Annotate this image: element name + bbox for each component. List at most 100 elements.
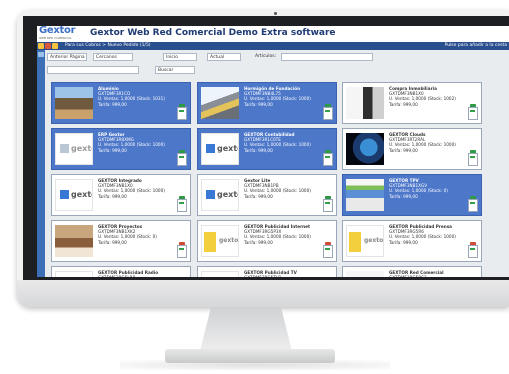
add-to-cart-icon[interactable] [468,107,478,120]
search-toolbar: Buscar [47,66,507,75]
product-card[interactable]: gextor GEXTOR Publicidad Prensa GXTDMF3RG5… [342,220,482,262]
app-titlebar: Gextor WEB RED COMERCIAL Gextor Web Red … [37,26,509,42]
close-icon[interactable] [45,43,51,49]
home-button[interactable]: Inicio [163,53,197,61]
product-info: ERP Gextor GXTDMF3R8XMG U. Ventas: 1,0000 … [98,132,174,153]
add-to-cart-icon[interactable] [468,153,478,166]
sidebar-toggle-icon[interactable] [38,52,44,57]
product-price: Tarifa: 999,00 [98,193,127,199]
product-units: U. Ventas: 1,0000 (Stock: 1000) [389,142,456,148]
product-card[interactable]: gextor GEXTOR Publicidad RadioGXTDMF3RG5L… [51,266,191,277]
gextor-logo-icon [206,190,215,199]
current-button[interactable]: Actual [207,53,241,61]
product-card[interactable]: Compra Inmobiliaria GXTDMF3NB1X0 U. Ventas… [342,82,482,124]
add-to-cart-icon[interactable] [177,245,187,258]
add-to-cart-icon[interactable] [177,153,187,166]
app-title: Gextor Web Red Comercial Demo Extra soft… [90,28,336,38]
product-card[interactable]: gextor GEXTOR IntegradoGXTDMF3NB1X0U. Ven… [51,174,191,216]
monitor-chin [17,280,509,307]
menu-bar: Para sus Cobros > Nuevo Pedido (1/5) Pul… [37,42,509,50]
home-icon[interactable] [52,43,58,49]
product-info: GEXTOR Publicidad RadioGXTDMF3RG5LR8U. V… [98,270,174,277]
product-thumbnail [346,87,384,119]
product-price: Tarifa: 999,00 [389,239,418,245]
product-card[interactable]: GEXTOR Red ComercialGXTDMF3RG5RC2U. Vent… [342,266,482,277]
add-to-cart-icon[interactable] [468,199,478,212]
doc-mark [470,202,475,204]
product-thumbnail: gextor [201,179,239,211]
product-card[interactable]: gextor GEXTOR Publicidad TVGXTDMF3RG5TV1U… [197,266,337,277]
product-units: U. Ventas: 1,0000 (Stock: 1000) [244,234,311,240]
product-units: U. Ventas: 1,0000 (Stock: 1000) [244,188,311,194]
product-info: GEXTOR Clouds GXTDMF3RT2RAL U. Ventas: 1,0… [389,132,465,153]
product-thumbnail [201,87,239,119]
nearby-button[interactable]: Cercanos [93,53,133,61]
add-to-cart-icon[interactable] [468,245,478,258]
product-thumbnail [55,87,93,119]
gextor-logo-icon [206,144,215,153]
product-units: U. Ventas: 1,0000 (Stock: 1000) [98,142,165,148]
gextor-logo-icon [60,190,69,199]
menu-icons [38,43,58,49]
room-photo [346,87,384,119]
doc-mark [179,248,184,250]
product-card[interactable]: gextor Gextor LiteGXTDMF3NB1PBU. Ventas: … [197,174,337,216]
product-price: Tarifa: 999,00 [98,101,127,107]
monitor-stand-base [165,349,335,363]
search-input[interactable] [47,66,139,74]
product-price: Tarifa: 999,00 [98,147,127,153]
product-price: Tarifa: 999,00 [244,147,273,153]
product-thumbnail: gextor [55,179,93,211]
screen-photo [346,271,384,277]
product-card[interactable]: GEXTOR TPV GXTDMF3NB1XGV U. Ventas: 1,0000… [342,174,482,216]
doc-mark [325,248,330,250]
product-card[interactable]: gextor ERP GextorGXTDMF3R8XMGU. Ventas: 1… [51,128,191,170]
product-units: U. Ventas: 1,0000 (Stock: 1000) [244,96,311,102]
add-to-cart-icon[interactable] [177,199,187,212]
previous-page-button[interactable]: Anterior Página [47,53,87,61]
product-card[interactable]: gextor GEXTOR ContabilidadGXTDMF3R1C0TEU.… [197,128,337,170]
product-card[interactable]: GEXTOR Clouds GXTDMF3RT2RAL U. Ventas: 1,0… [342,128,482,170]
product-thumbnail [346,133,384,165]
product-thumbnail: gextor [346,225,384,257]
product-info: GEXTOR Publicidad TVGXTDMF3RG5TV1U. Vent… [244,270,320,277]
product-info: Aluminio GXTDMF3R1CO U. Ventas: 1,0000 (St… [98,86,174,107]
add-to-cart-icon[interactable] [323,107,333,120]
folder-icon[interactable] [38,43,44,49]
product-info: GEXTOR Publicidad Prensa GXTDMF3RG5R6 U. V… [389,224,465,245]
product-card[interactable]: GEXTOR Proyectos GXTDMF3NB1XK2 U. Ventas: … [51,220,191,262]
product-code: GXTDMF3RG5RC2 [389,275,465,277]
add-to-cart-icon[interactable] [323,153,333,166]
articles-input[interactable] [281,53,373,61]
camera-dot [274,12,277,15]
product-price: Tarifa: 999,00 [98,239,127,245]
product-thumbnail [55,225,93,257]
doc-mark [325,110,330,112]
menu-right-hint: Pulse para añadir a la cesta [444,43,507,48]
logo-text: Gextor [39,26,76,36]
search-button[interactable]: Buscar [155,66,195,74]
product-card[interactable]: Hormigón de Fundación GXTDMF3NB4L75 U. Ven… [197,82,337,124]
doc-mark [470,156,475,158]
product-card[interactable]: gextor GEXTOR Publicidad Internet GXTDMF3R… [197,220,337,262]
product-code: GXTDMF3RG5TV1 [244,275,320,277]
truck-photo [201,87,239,119]
product-thumbnail [346,179,384,211]
product-info: GEXTOR Contabilidad GXTDMF3R1C0TE U. Venta… [244,132,320,153]
add-to-cart-icon[interactable] [177,107,187,120]
add-to-cart-icon[interactable] [323,245,333,258]
add-to-cart-icon[interactable] [323,199,333,212]
meeting-photo [55,225,93,257]
breadcrumb: Para sus Cobros > Nuevo Pedido (1/5) [65,43,151,48]
articles-label: Artículos: [255,54,277,59]
product-card[interactable]: Aluminio GXTDMF3R1CO U. Ventas: 1,0000 (St… [51,82,191,124]
toolbar: Anterior Página Cercanos Inicio Actual A… [47,53,507,62]
earth-photo [346,133,384,165]
product-info: GEXTOR Proyectos GXTDMF3NB1XK2 U. Ventas: … [98,224,174,245]
doc-mark [179,110,184,112]
product-thumbnail: gextor [55,271,93,277]
product-price: Tarifa: 999,00 [389,101,418,107]
monitor-stand-neck [200,307,292,351]
left-sidebar [37,50,45,277]
doc-mark [470,248,475,250]
